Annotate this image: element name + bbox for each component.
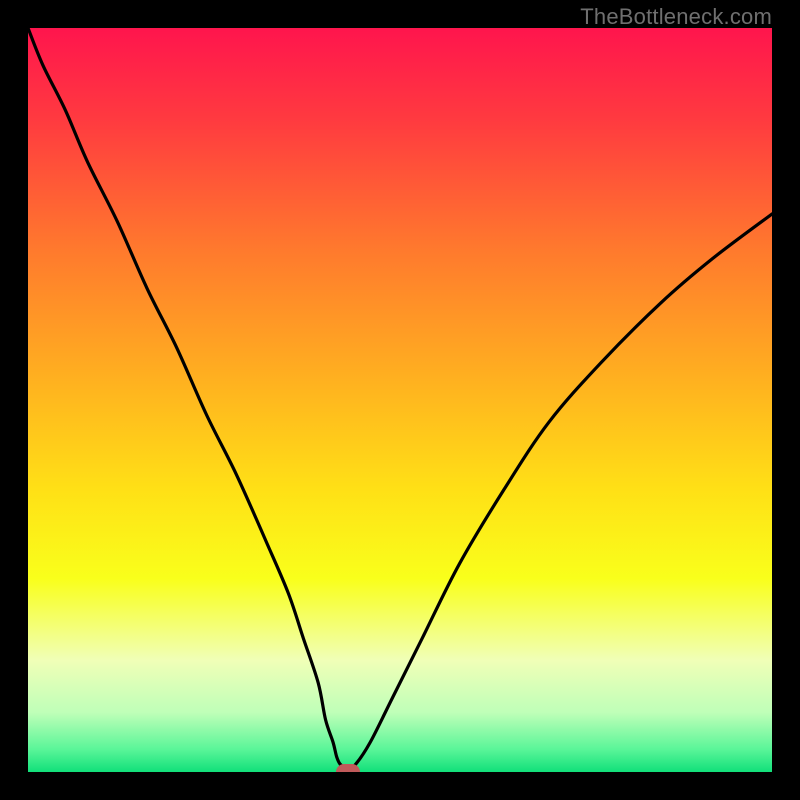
plot-area bbox=[28, 28, 772, 772]
bottleneck-curve bbox=[28, 28, 772, 772]
outer-frame: TheBottleneck.com bbox=[0, 0, 800, 800]
optimal-point-marker bbox=[336, 764, 360, 772]
watermark-text: TheBottleneck.com bbox=[580, 4, 772, 30]
